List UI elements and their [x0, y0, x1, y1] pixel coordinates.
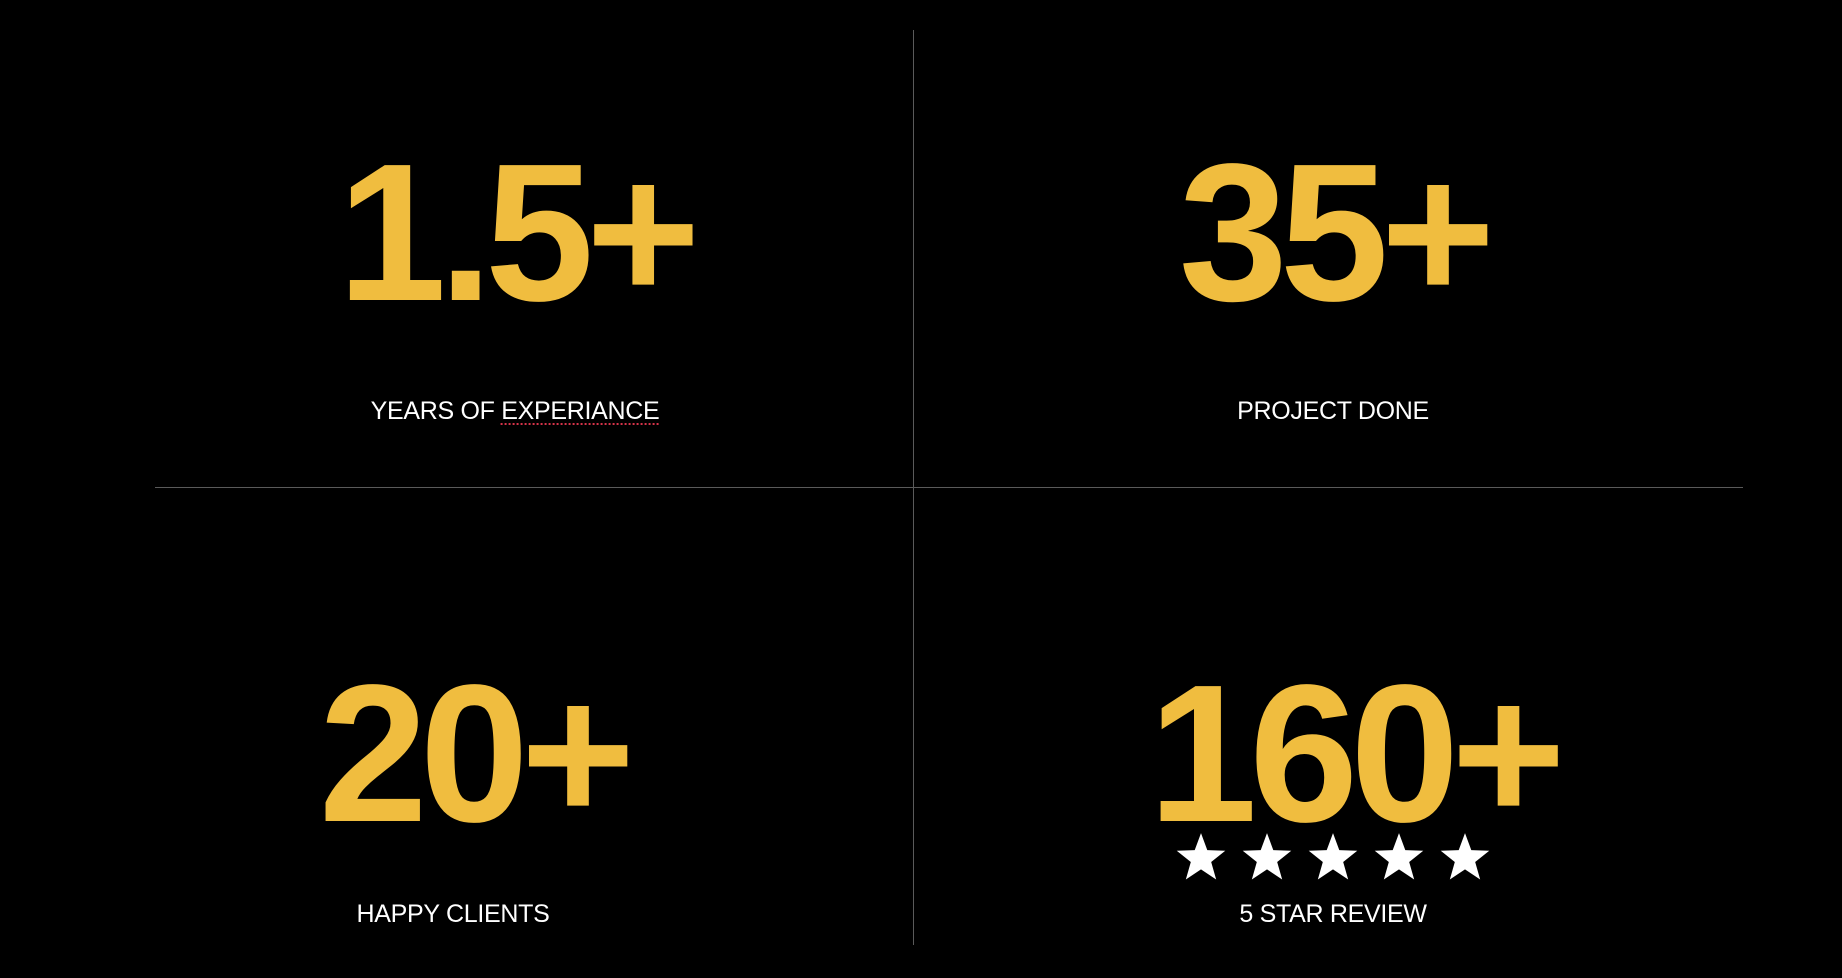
stat-value-years: 1.5+	[337, 123, 701, 342]
stat-value-clients: 20+	[318, 644, 635, 863]
star-rating	[1175, 832, 1491, 882]
stats-section: 1.5+ YEARS OF EXPERIANCE 35+ PROJECT DON…	[0, 0, 1842, 978]
stat-label-projects: PROJECT DONE	[1237, 397, 1429, 425]
star-icon	[1176, 833, 1226, 880]
spellcheck-flagged-word: EXPERIANCE	[501, 397, 660, 425]
stat-label-years: YEARS OF EXPERIANCE	[371, 399, 660, 424]
star-icon	[1308, 833, 1358, 880]
star-icon	[1242, 833, 1292, 880]
stat-label-reviews: 5 STAR REVIEW	[1239, 900, 1427, 928]
stat-value-projects: 35+	[1178, 123, 1495, 342]
star-icon	[1374, 833, 1424, 880]
stat-value-reviews: 160+	[1148, 644, 1565, 863]
stat-label-years-lead: YEARS OF	[370, 397, 502, 425]
horizontal-divider	[155, 487, 1743, 488]
star-icon	[1440, 833, 1490, 880]
stat-label-clients: HAPPY CLIENTS	[356, 900, 550, 928]
